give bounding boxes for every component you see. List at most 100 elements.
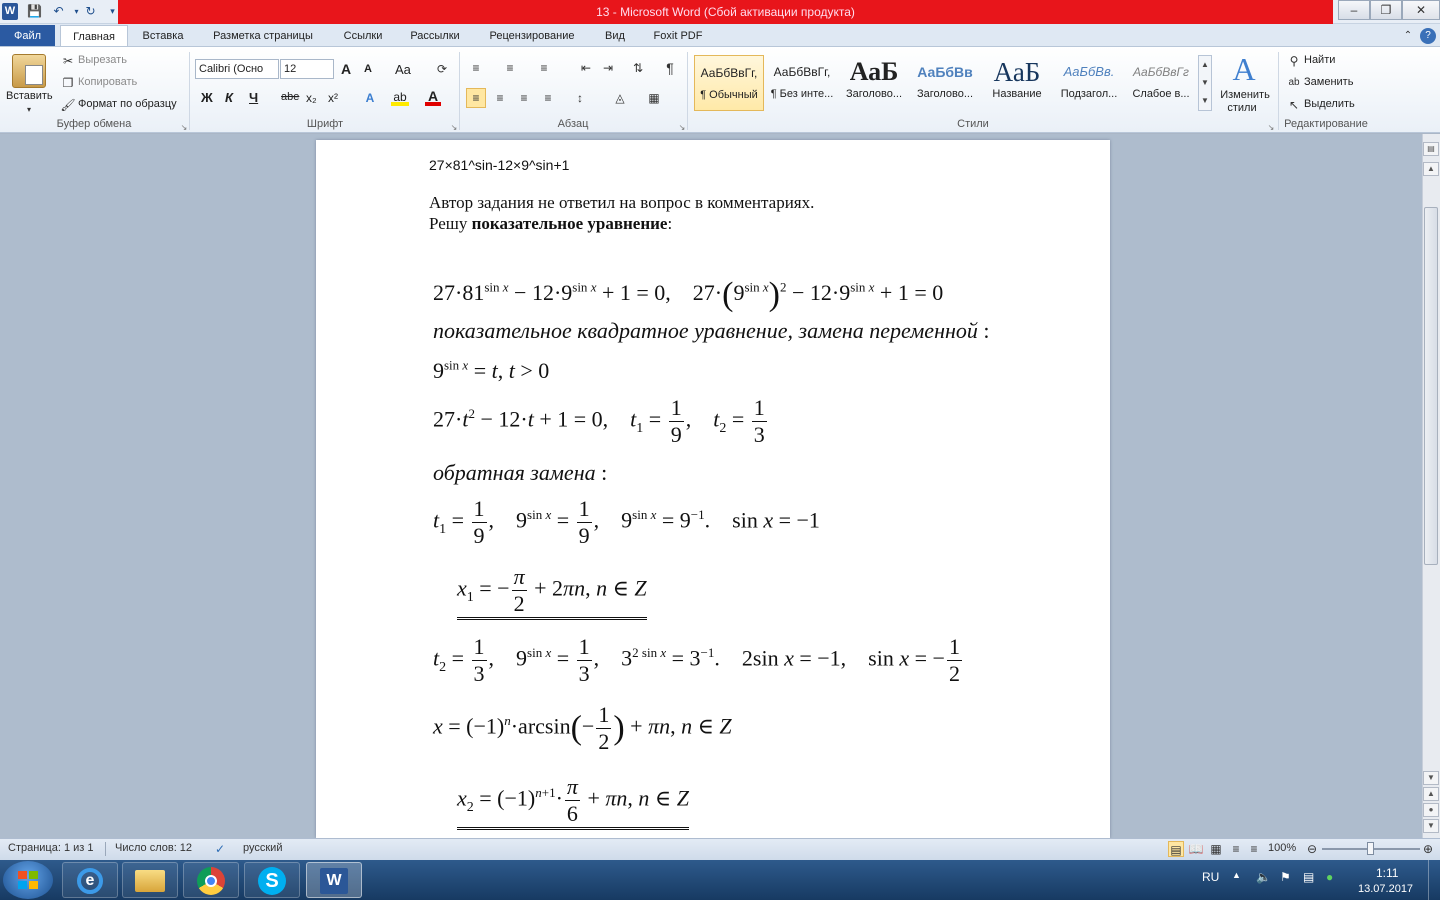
taskbar-word[interactable]: W: [306, 862, 362, 898]
security-icon[interactable]: ●: [1326, 870, 1333, 884]
ruler-toggle-icon[interactable]: ▤: [1423, 142, 1439, 156]
save-icon[interactable]: 💾: [26, 3, 43, 20]
previous-page-icon[interactable]: ▲: [1423, 787, 1439, 801]
tab-mailings[interactable]: Рассылки: [400, 25, 470, 47]
taskbar-ie[interactable]: e: [62, 862, 118, 898]
next-page-icon[interactable]: ▼: [1423, 819, 1439, 833]
change-case-button[interactable]: Aa: [395, 62, 411, 77]
tab-insert[interactable]: Вставка: [133, 25, 193, 47]
tab-view[interactable]: Вид: [595, 25, 635, 47]
paste-button[interactable]: Вставить: [6, 90, 53, 102]
tab-references[interactable]: Ссылки: [333, 25, 393, 47]
status-page-count[interactable]: Страница: 1 из 1: [8, 842, 94, 854]
shrink-font-button[interactable]: A: [364, 63, 372, 75]
align-right-icon[interactable]: ≡: [516, 90, 532, 106]
zoom-out-icon[interactable]: ⊖: [1304, 841, 1320, 857]
doc-reverse-note[interactable]: обратная замена :: [433, 460, 607, 486]
multilevel-list-icon[interactable]: ≡: [536, 60, 552, 76]
flag-icon[interactable]: ⚑: [1280, 870, 1291, 884]
align-center-icon[interactable]: ≡: [492, 90, 508, 106]
change-styles-button-line2[interactable]: стили: [1216, 102, 1268, 114]
copy-button[interactable]: Копировать: [78, 76, 137, 88]
change-styles-icon[interactable]: A: [1228, 52, 1260, 86]
start-button[interactable]: [3, 861, 53, 899]
bold-button[interactable]: Ж: [201, 90, 213, 105]
paste-dropdown-icon[interactable]: ▾: [21, 102, 37, 118]
pilcrow-icon[interactable]: ¶: [662, 60, 678, 76]
scroll-down-icon[interactable]: ▼: [1423, 771, 1439, 785]
style-subtitle[interactable]: АаБбВв. Подзагол...: [1054, 55, 1124, 111]
network-icon[interactable]: ▤: [1303, 870, 1314, 884]
taskbar-chrome[interactable]: [183, 862, 239, 898]
decrease-indent-icon[interactable]: ⇤: [578, 60, 594, 76]
text-effects-icon[interactable]: A: [362, 90, 378, 106]
numbering-icon[interactable]: ≡: [502, 60, 518, 76]
line-spacing-icon[interactable]: ↕: [572, 90, 588, 106]
scrollbar-thumb[interactable]: [1424, 207, 1438, 565]
sort-icon[interactable]: ⇅: [630, 60, 646, 76]
tab-foxit-pdf[interactable]: Foxit PDF: [643, 25, 713, 47]
zoom-slider-thumb[interactable]: [1367, 842, 1374, 855]
taskbar-skype[interactable]: S: [244, 862, 300, 898]
equation-answer-x1[interactable]: x1 = − π 2 + 2πn, n ∈ Z: [457, 566, 647, 620]
clear-formatting-icon[interactable]: ⟳: [434, 61, 450, 77]
replace-button[interactable]: Заменить: [1304, 76, 1353, 88]
equation-quadratic[interactable]: 27·t2 − 12·t + 1 = 0, t1 = 19, t2 = 13: [433, 397, 769, 446]
taskbar-explorer[interactable]: [122, 862, 178, 898]
clipboard-icon[interactable]: [12, 54, 46, 88]
tab-review[interactable]: Рецензирование: [477, 25, 587, 47]
clock-time[interactable]: 1:11: [1376, 866, 1398, 880]
style-title[interactable]: АаБ Название: [982, 55, 1052, 111]
tab-file[interactable]: Файл: [0, 25, 55, 47]
volume-icon[interactable]: 🔈: [1256, 870, 1271, 884]
doc-heading-line[interactable]: 27×81^sin-12×9^sin+1: [429, 157, 569, 173]
styles-scroll-buttons[interactable]: ▲ ▼ ▼: [1198, 55, 1212, 111]
format-painter-button[interactable]: Формат по образцу: [78, 98, 177, 110]
clock-date[interactable]: 13.07.2017: [1358, 883, 1413, 895]
zoom-level[interactable]: 100%: [1268, 842, 1296, 854]
browse-object-icon[interactable]: ●: [1423, 803, 1439, 817]
justify-icon[interactable]: ≡: [540, 90, 556, 106]
collapse-ribbon-icon[interactable]: ⌃: [1400, 28, 1416, 44]
style-no-spacing[interactable]: АаБбВвГг, ¶ Без инте...: [767, 55, 837, 111]
minimize-button[interactable]: –: [1338, 0, 1370, 20]
find-button[interactable]: Найти: [1304, 54, 1335, 66]
style-normal[interactable]: АаБбВвГг, ¶ Обычный: [694, 55, 764, 111]
align-left-icon[interactable]: ≡: [466, 88, 486, 108]
full-screen-reading-icon[interactable]: 📖: [1188, 841, 1204, 857]
scroll-up-icon[interactable]: ▲: [1423, 162, 1439, 176]
equation-t2[interactable]: t2 = 13, 9sin x = 13, 32 sin x = 3−1. 2s…: [433, 636, 964, 685]
strikethrough-button[interactable]: abe: [281, 91, 299, 103]
doc-substitution-note[interactable]: показательное квадратное уравнение, заме…: [433, 318, 990, 344]
tab-home[interactable]: Главная: [60, 25, 128, 47]
web-layout-icon[interactable]: ▦: [1208, 841, 1224, 857]
equation-arcsin[interactable]: x = (−1)n·arcsin(− 1 2) + πn, n ∈ Z: [433, 704, 732, 753]
font-name-box[interactable]: Calibri (Осно: [195, 59, 279, 79]
superscript-button[interactable]: x²: [328, 91, 338, 105]
show-hidden-icons[interactable]: ▲: [1232, 870, 1241, 880]
zoom-in-icon[interactable]: ⊕: [1420, 841, 1436, 857]
select-button[interactable]: Выделить: [1304, 98, 1355, 110]
cut-button[interactable]: Вырезать: [78, 54, 127, 66]
change-styles-button[interactable]: Изменить: [1216, 89, 1274, 101]
font-size-box[interactable]: 12: [280, 59, 334, 79]
underline-button[interactable]: Ч: [249, 90, 258, 105]
print-layout-icon[interactable]: ▤: [1168, 841, 1184, 857]
font-color-icon[interactable]: A: [425, 88, 441, 106]
draft-icon[interactable]: ≡: [1246, 841, 1262, 857]
status-word-count[interactable]: Число слов: 12: [115, 842, 192, 854]
borders-icon[interactable]: ▦: [646, 90, 662, 106]
highlight-icon[interactable]: ab: [391, 90, 409, 106]
style-subtle-emphasis[interactable]: АаБбВвГг Слабое в...: [1126, 55, 1196, 111]
increase-indent-icon[interactable]: ⇥: [600, 60, 616, 76]
equation-original[interactable]: 27·81sin x − 12·9sin x + 1 = 0, 27·(9sin…: [433, 277, 943, 311]
shading-icon[interactable]: ◬: [612, 90, 628, 106]
proofing-icon[interactable]: ✓: [212, 841, 228, 857]
redo-icon[interactable]: ↻: [82, 3, 99, 20]
doc-paragraph-author[interactable]: Автор задания не ответил на вопрос в ком…: [429, 193, 814, 213]
equation-t1[interactable]: t1 = 19, 9sin x = 19, 9sin x = 9−1. sin …: [433, 498, 820, 547]
italic-button[interactable]: К: [225, 90, 233, 105]
style-heading-1[interactable]: АаБ Заголово...: [839, 55, 909, 111]
help-icon[interactable]: ?: [1420, 28, 1436, 44]
undo-icon[interactable]: ↶: [50, 3, 67, 20]
